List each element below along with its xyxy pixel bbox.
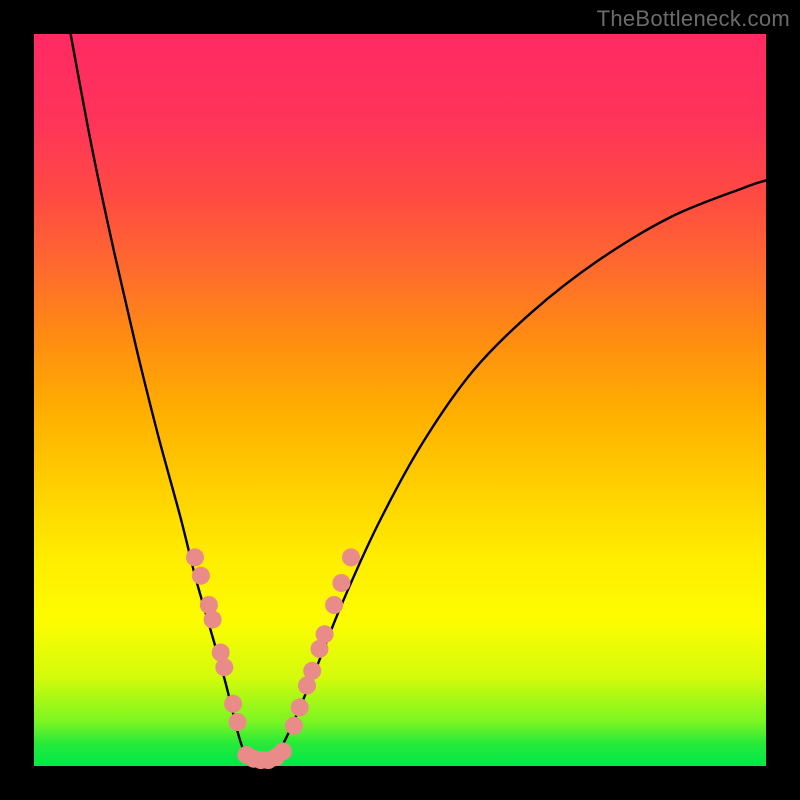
data-point-dot — [204, 611, 222, 629]
data-point-dot — [215, 658, 233, 676]
data-point-dot — [303, 662, 321, 680]
data-point-dot — [325, 596, 343, 614]
bottleneck-curve — [71, 34, 766, 767]
chart-plot-area — [34, 34, 766, 766]
watermark-text: TheBottleneck.com — [597, 6, 790, 32]
data-point-dot — [186, 548, 204, 566]
data-point-dot — [291, 698, 309, 716]
data-point-dot — [274, 742, 292, 760]
data-point-dot — [229, 713, 247, 731]
data-point-dot — [192, 567, 210, 585]
data-point-dot — [316, 625, 334, 643]
marker-layer — [186, 548, 360, 769]
data-point-dot — [332, 574, 350, 592]
data-point-dot — [224, 695, 242, 713]
chart-svg — [34, 34, 766, 766]
chart-frame: TheBottleneck.com — [0, 0, 800, 800]
data-point-dot — [342, 548, 360, 566]
series-layer — [71, 34, 766, 767]
data-point-dot — [285, 717, 303, 735]
